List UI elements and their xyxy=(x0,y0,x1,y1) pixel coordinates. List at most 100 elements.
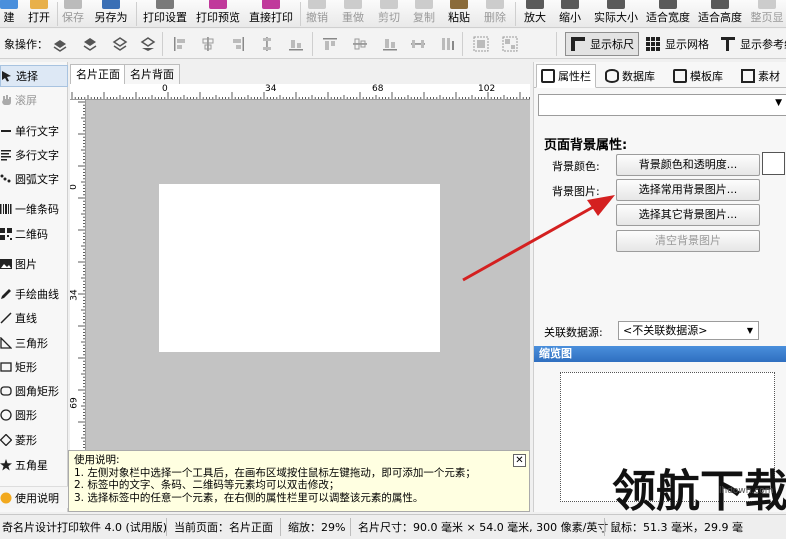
divider xyxy=(350,518,351,536)
layer-bottom-icon[interactable] xyxy=(140,36,156,52)
tool-triangle[interactable]: 三角形 xyxy=(0,332,68,354)
tab-materials[interactable]: 素材 xyxy=(736,64,785,88)
bg-color-swatch[interactable] xyxy=(762,152,785,175)
help-line: 3. 选择标签中的任意一个元素，在右侧的属性栏里可以调整该元素的属性。 xyxy=(74,491,424,504)
save-as-button[interactable]: 另存为 xyxy=(92,0,130,28)
status-bar: 奇名片设计打印软件 4.0 (试用版) 当前页面：名片正面 缩放：29% 名片尺… xyxy=(0,514,786,539)
distribute-horizontal-icon[interactable] xyxy=(410,36,426,52)
ruler-h-label: 68 xyxy=(372,84,384,94)
status-mouse-position: 鼠标：51.3 毫米，29.9 毫 xyxy=(610,521,743,534)
tool-select[interactable]: 选择 xyxy=(0,65,68,87)
fit-page-button[interactable]: 整页显 xyxy=(748,0,786,28)
diamond-icon xyxy=(0,434,12,446)
print-settings-icon xyxy=(156,0,174,9)
tool-barcode[interactable]: 一维条码 xyxy=(0,198,68,220)
paste-button[interactable]: 粘贴 xyxy=(446,0,472,28)
save-button[interactable]: 保存 xyxy=(60,0,86,28)
layer-up-icon[interactable] xyxy=(52,36,68,52)
fit-width-button[interactable]: 适合宽度 xyxy=(643,0,693,28)
close-icon[interactable]: ✕ xyxy=(513,454,526,467)
same-size-icon[interactable] xyxy=(440,36,456,52)
common-bg-image-button[interactable]: 选择常用背景图片... xyxy=(616,179,760,201)
database-icon xyxy=(605,69,619,83)
help-panel: 使用说明: 1. 左侧对象栏中选择一个工具后，在画布区域按住鼠标左键拖动，即可添… xyxy=(68,450,530,512)
pencil-icon xyxy=(1,289,11,299)
tool-freehand[interactable]: 手绘曲线 xyxy=(0,283,68,305)
align-top-icon[interactable] xyxy=(322,36,338,52)
object-selector[interactable]: ▼ xyxy=(538,94,786,116)
clear-bg-image-button[interactable]: 清空背景图片 xyxy=(616,230,760,252)
open-button[interactable]: 打开 xyxy=(26,0,52,28)
datasource-select[interactable]: <不关联数据源> ▼ xyxy=(618,321,759,340)
divider xyxy=(515,2,516,26)
tool-scroll[interactable]: 滚屏 xyxy=(0,89,68,111)
tool-circle[interactable]: 圆形 xyxy=(0,404,68,426)
tool-rounded-rectangle[interactable]: 圆角矩形 xyxy=(0,380,68,402)
show-ruler-toggle[interactable]: 显示标尺 xyxy=(565,32,639,56)
tool-image[interactable]: 图片 xyxy=(0,253,68,275)
divider xyxy=(556,32,557,56)
ungroup-icon[interactable] xyxy=(502,36,518,52)
show-grid-label: 显示网格 xyxy=(665,38,709,51)
layer-top-icon[interactable] xyxy=(82,36,98,52)
align-center-icon[interactable] xyxy=(200,36,216,52)
print-settings-button[interactable]: 打印设置 xyxy=(140,0,190,28)
tab-database[interactable]: 数据库 xyxy=(600,64,660,88)
print-preview-button[interactable]: 打印预览 xyxy=(193,0,243,28)
zoom-in-button[interactable]: 放大 xyxy=(522,0,548,28)
bg-color-label: 背景颜色: xyxy=(552,160,600,173)
tool-line[interactable]: 直线 xyxy=(0,307,68,329)
align-bottom-edge-icon[interactable] xyxy=(288,36,304,52)
tab-card-front[interactable]: 名片正面 xyxy=(70,64,126,84)
actual-size-button[interactable]: 实际大小 xyxy=(591,0,641,28)
new-button[interactable]: 建 xyxy=(0,0,18,28)
copy-button[interactable]: 复制 xyxy=(411,0,437,28)
watermark-url: lhdown.com xyxy=(719,486,774,496)
triangle-icon xyxy=(0,337,12,349)
show-grid-toggle[interactable]: 显示网格 xyxy=(641,32,713,56)
zoom-out-button[interactable]: 缩小 xyxy=(557,0,583,28)
align-right-icon[interactable] xyxy=(230,36,246,52)
object-operations-label: 象操作： xyxy=(4,38,48,51)
redo-button[interactable]: 重做 xyxy=(340,0,366,28)
ruler-h-label: 34 xyxy=(265,84,277,94)
tool-diamond[interactable]: 菱形 xyxy=(0,429,68,451)
align-bottom-icon[interactable] xyxy=(382,36,398,52)
help-line: 2. 标签中的文字、条码、二维码等元素均可以双击修改； xyxy=(74,479,340,491)
direct-print-button[interactable]: 直接打印 xyxy=(246,0,296,28)
align-left-icon[interactable] xyxy=(172,36,188,52)
bg-color-button[interactable]: 背景颜色和透明度... xyxy=(616,154,760,176)
show-ruler-label: 显示标尺 xyxy=(590,38,634,51)
tool-star[interactable]: 五角星 xyxy=(0,454,68,476)
divider xyxy=(300,2,301,26)
divider xyxy=(462,32,463,56)
tool-single-line-text[interactable]: 单行文字 xyxy=(0,120,68,142)
tab-templates[interactable]: 模板库 xyxy=(668,64,728,88)
tool-arc-text[interactable]: 圆弧文字 xyxy=(0,168,68,190)
undo-button[interactable]: 撤销 xyxy=(304,0,330,28)
fit-width-icon xyxy=(659,0,677,9)
cut-button[interactable]: 剪切 xyxy=(376,0,402,28)
align-middle-icon[interactable] xyxy=(352,36,368,52)
fit-page-icon xyxy=(758,0,776,9)
datasource-label: 关联数据源: xyxy=(544,326,603,339)
show-guides-toggle[interactable]: 显示参考线 xyxy=(716,32,786,56)
chevron-down-icon: ▼ xyxy=(746,326,753,335)
fit-height-button[interactable]: 适合高度 xyxy=(695,0,745,28)
arrow-head xyxy=(587,195,615,216)
help-button[interactable]: 使用说明 xyxy=(0,486,68,508)
business-card-page[interactable] xyxy=(159,184,440,352)
tab-properties[interactable]: 属性栏 xyxy=(536,64,596,88)
scissors-icon xyxy=(380,0,398,9)
delete-button[interactable]: 删除 xyxy=(482,0,508,28)
group-icon[interactable] xyxy=(473,36,489,52)
other-bg-image-button[interactable]: 选择其它背景图片... xyxy=(616,204,760,226)
rounded-rectangle-icon xyxy=(0,386,12,396)
distribute-vertical-icon[interactable] xyxy=(259,36,275,52)
tool-multi-line-text[interactable]: 多行文字 xyxy=(0,144,68,166)
tool-rectangle[interactable]: 矩形 xyxy=(0,356,68,378)
layer-down-icon[interactable] xyxy=(112,36,128,52)
fit-height-icon xyxy=(711,0,729,9)
tool-qrcode[interactable]: 二维码 xyxy=(0,223,68,245)
tab-card-back[interactable]: 名片背面 xyxy=(124,64,180,84)
